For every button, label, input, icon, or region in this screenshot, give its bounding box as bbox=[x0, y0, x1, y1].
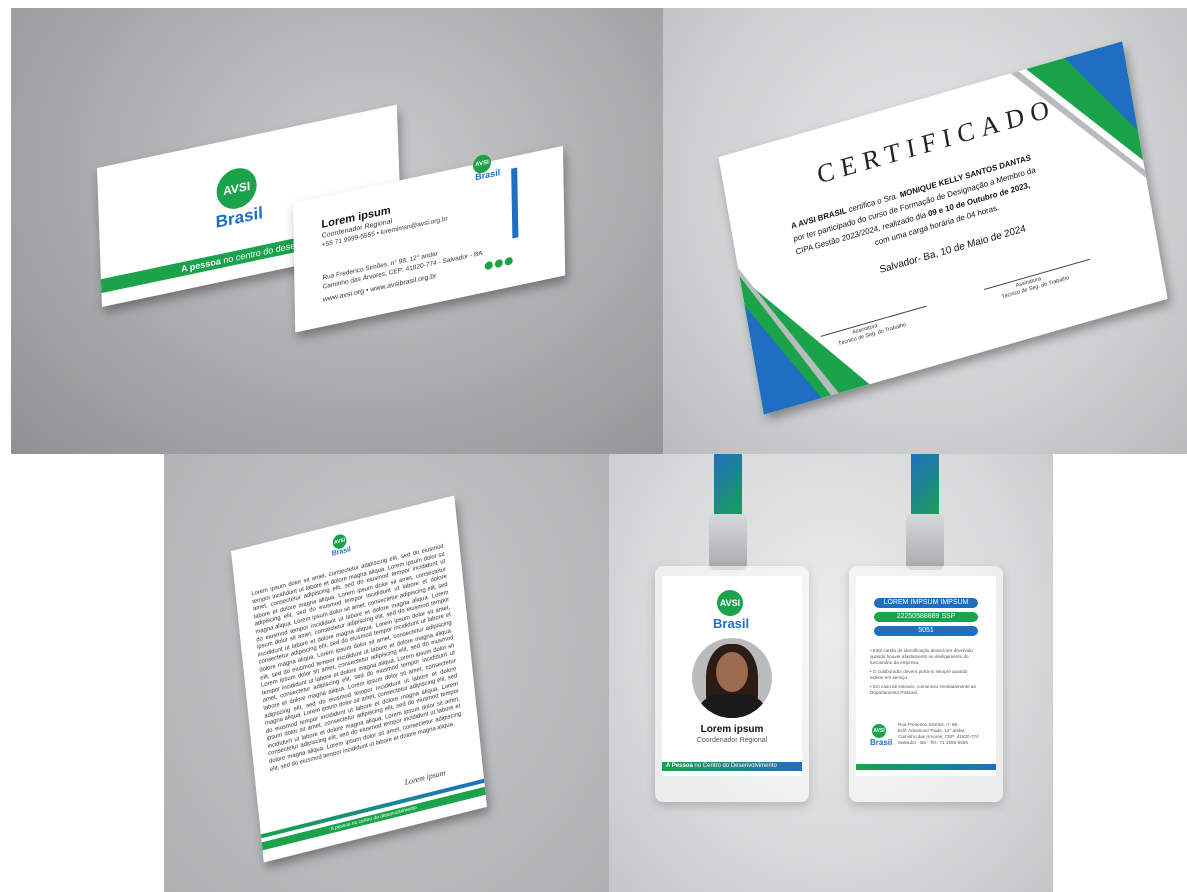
back-field-number: 5051 bbox=[874, 626, 978, 636]
badge-rule-1: • Este cartão de identificação deverá se… bbox=[870, 648, 973, 665]
back-field-document: 22250588889 SSP bbox=[874, 612, 978, 622]
clip-left bbox=[709, 514, 747, 570]
badge-holder-back: LOREM IMPSUM IMPSUM 22250588889 SSP 5051… bbox=[849, 566, 1003, 802]
brand-name: Brasil bbox=[215, 203, 264, 232]
clip-right bbox=[906, 514, 944, 570]
badge-back-gradient-bar bbox=[856, 764, 996, 770]
badge-address-4: Salvador - Ba - Tel.: 71 3555-5555 bbox=[898, 740, 968, 745]
profile-photo bbox=[692, 638, 772, 718]
badge-tagline-bold: A Pessoa bbox=[666, 763, 693, 769]
badge-tagline-bar: A Pessoa no Centro do Desenvolvimento bbox=[662, 762, 802, 771]
social-icon-3 bbox=[504, 256, 513, 267]
blue-side-bar bbox=[511, 167, 519, 239]
badge-back-logo-icon: AVSI bbox=[872, 724, 886, 738]
person-face bbox=[716, 652, 748, 692]
letterhead-signature: Lorem ipsum bbox=[404, 767, 446, 788]
badge-rule-3: • Em caso de extravio, comunicar imediat… bbox=[870, 684, 977, 695]
badge-logo-icon: AVSI bbox=[717, 590, 743, 616]
badge-name: Lorem ipsum bbox=[700, 724, 764, 735]
tagline-bold: A pessoa bbox=[180, 255, 221, 275]
person-shirt bbox=[700, 694, 764, 718]
certificate-decoration bbox=[737, 41, 1147, 415]
badge-rule-2: • O colaborador deverá portá-lo sempre q… bbox=[870, 669, 968, 680]
badge-holder-front: AVSI Brasil Lorem ipsum Coordenador Regi… bbox=[655, 566, 809, 802]
badge-role: Coordenador Regional bbox=[696, 737, 768, 744]
badge-brand: Brasil bbox=[713, 616, 750, 631]
id-badge-mockup: AVSI Brasil Lorem ipsum Coordenador Regi… bbox=[609, 454, 1053, 892]
social-icon-2 bbox=[494, 258, 503, 269]
letterhead-body: Lorem ipsum dolor sit amet, consectetur … bbox=[251, 544, 465, 803]
badge-rules: • Este cartão de identificação deverá se… bbox=[870, 648, 982, 696]
badge-back-brand: Brasil bbox=[870, 738, 893, 747]
business-cards-mockup: AVSI Brasil A pessoa no centro do desenv… bbox=[11, 8, 663, 454]
back-field-name: LOREM IMPSUM IMPSUM bbox=[874, 598, 978, 608]
badge-tagline-rest: no Centro do Desenvolvimento bbox=[692, 763, 777, 769]
certificate-sheet: CERTIFICADO A AVSI BRASIL certifica o Sr… bbox=[718, 41, 1168, 415]
letterhead-sheet: AVSI Brasil Lorem ipsum dolor sit amet, … bbox=[231, 495, 487, 863]
social-icon-1 bbox=[484, 260, 493, 271]
badge-address: Rua Frederico Simões, n° 98, Edif. Advan… bbox=[898, 722, 992, 746]
certificate-mockup: CERTIFICADO A AVSI BRASIL certifica o Sr… bbox=[663, 8, 1187, 454]
letterhead-mockup: AVSI Brasil Lorem ipsum dolor sit amet, … bbox=[164, 454, 609, 892]
